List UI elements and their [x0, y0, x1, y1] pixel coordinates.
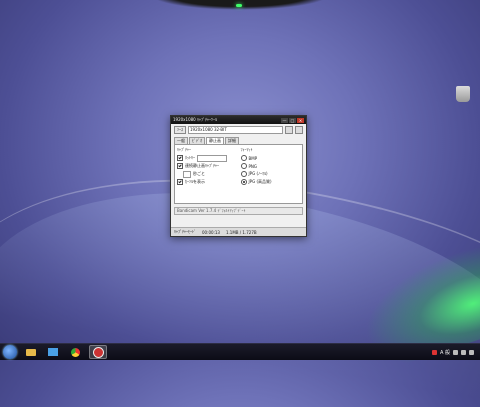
taskbar-bandicam[interactable]: [89, 345, 107, 359]
taskbar-explorer[interactable]: [23, 346, 39, 358]
media-icon: [48, 348, 58, 356]
capture-group-label: ｷｬﾌﾟﾁｬｰ: [177, 147, 191, 152]
hotkey-option[interactable]: ﾎｯﾄｷｰ: [177, 154, 237, 162]
tray-alert-icon[interactable]: [431, 349, 437, 355]
checkbox[interactable]: [177, 155, 183, 161]
format-label: JPG (高品質): [248, 179, 272, 184]
format-jpg-high[interactable]: JPG (高品質): [240, 179, 301, 185]
settings-panel: ｷｬﾌﾟﾁｬｰ ﾎｯﾄｷｰ 連続静止画ｷｬﾌﾟﾁｬｰ 秒ごと ｶｰｿﾙを表示 ﾌ…: [174, 144, 303, 204]
maximize-button[interactable]: □: [289, 117, 296, 123]
checkbox[interactable]: [177, 163, 183, 169]
interval-option[interactable]: 秒ごと: [177, 170, 237, 178]
record-button[interactable]: [285, 126, 293, 134]
status-bar: ｷｬﾌﾟﾁｬｰﾓｰﾄﾞ 00:00:13 1.1MB / 1.727B: [171, 227, 306, 236]
start-button[interactable]: [3, 345, 17, 359]
taskbar: A 般: [0, 343, 480, 360]
tray-network-icon[interactable]: [453, 349, 458, 355]
format-bmp[interactable]: BMP: [240, 155, 301, 161]
screenshot-button[interactable]: [295, 126, 303, 134]
radio[interactable]: [240, 171, 247, 177]
tab-video[interactable]: ﾋﾞﾃﾞｵ: [189, 137, 205, 144]
hotkey-input[interactable]: [197, 154, 227, 162]
format-png[interactable]: PNG: [240, 163, 301, 169]
show-cursor-option[interactable]: ｶｰｿﾙを表示: [177, 179, 237, 185]
tab-advanced[interactable]: 詳細: [225, 137, 239, 144]
window-toolbar: ｿｰｽ 1920x1080 32-BIT: [171, 124, 306, 136]
continuous-capture-label: 連続静止画ｷｬﾌﾟﾁｬｰ: [185, 163, 219, 168]
window-titlebar[interactable]: 1920x1080 ｷｬﾌﾟﾁｬｰﾂｰﾙ — □ ×: [171, 116, 306, 124]
record-icon: [92, 346, 104, 358]
format-label: PNG: [248, 163, 258, 169]
radio[interactable]: [240, 163, 247, 169]
source-button[interactable]: ｿｰｽ: [174, 126, 186, 134]
status-mode: ｷｬﾌﾟﾁｬｰﾓｰﾄﾞ: [174, 229, 196, 234]
tray-flag-icon[interactable]: [469, 349, 474, 355]
format-group-label: ﾌｫｰﾏｯﾄ: [240, 147, 253, 152]
input-language[interactable]: A 般: [440, 349, 450, 356]
hotkey-label: ﾎｯﾄｷｰ: [185, 155, 195, 160]
minimize-button[interactable]: —: [281, 117, 288, 123]
status-led: [236, 4, 242, 7]
taskbar-media[interactable]: [45, 346, 61, 358]
close-button[interactable]: ×: [297, 117, 304, 123]
tab-general[interactable]: 一般: [174, 137, 188, 144]
status-time: 00:00:13: [202, 229, 220, 235]
folder-icon: [26, 348, 36, 356]
system-tray: A 般: [431, 349, 480, 356]
format-group: ﾌｫｰﾏｯﾄ BMP PNG JPG (ﾉｰﾏﾙ) JPG (高品質): [239, 145, 303, 203]
format-label: JPG (ﾉｰﾏﾙ): [248, 171, 268, 176]
window-title: 1920x1080 ｷｬﾌﾟﾁｬｰﾂｰﾙ: [173, 117, 217, 122]
radio[interactable]: [240, 155, 247, 161]
recycle-bin-icon[interactable]: [456, 86, 470, 102]
interval-input[interactable]: [183, 170, 191, 178]
status-size: 1.1MB / 1.727B: [225, 229, 257, 235]
show-cursor-label: ｶｰｿﾙを表示: [185, 179, 205, 184]
interval-label: 秒ごと: [193, 171, 205, 176]
info-bar[interactable]: Bandicam Ver 1.7.4 ﾃﾞﾌｫﾙﾄｱｯﾌﾟﾃﾞｰﾄ: [174, 207, 303, 215]
continuous-capture-option[interactable]: 連続静止画ｷｬﾌﾟﾁｬｰ: [177, 163, 237, 169]
tray-volume-icon[interactable]: [461, 349, 466, 355]
resolution-field: 1920x1080 32-BIT: [188, 126, 283, 134]
checkbox[interactable]: [177, 179, 183, 185]
format-label: BMP: [248, 155, 258, 161]
tab-bar: 一般 ﾋﾞﾃﾞｵ 静止画 詳細: [171, 137, 306, 144]
chrome-icon: [70, 347, 80, 357]
format-jpg-normal[interactable]: JPG (ﾉｰﾏﾙ): [240, 171, 301, 177]
capture-group: ｷｬﾌﾟﾁｬｰ ﾎｯﾄｷｰ 連続静止画ｷｬﾌﾟﾁｬｰ 秒ごと ｶｰｿﾙを表示: [175, 145, 239, 203]
radio[interactable]: [240, 179, 247, 185]
taskbar-chrome[interactable]: [67, 346, 83, 358]
capture-window: 1920x1080 ｷｬﾌﾟﾁｬｰﾂｰﾙ — □ × ｿｰｽ 1920x1080…: [170, 115, 307, 237]
tab-image[interactable]: 静止画: [206, 137, 224, 144]
